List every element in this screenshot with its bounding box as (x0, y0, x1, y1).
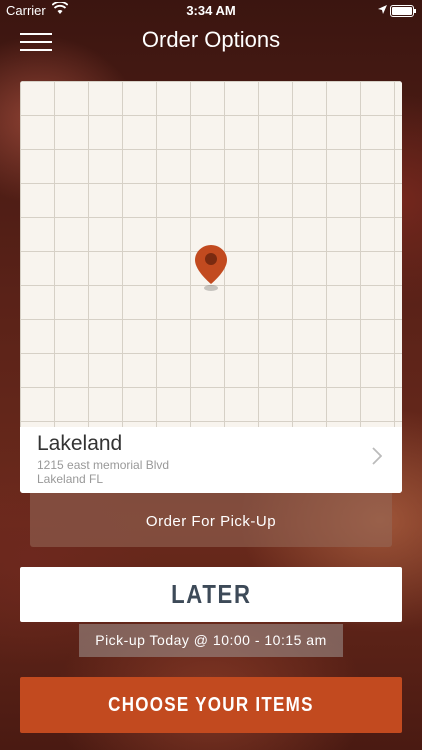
pickup-time-label: Pick-up Today @ 10:00 - 10:15 am (79, 624, 343, 657)
store-name: Lakeland (37, 432, 123, 455)
navigation-bar: Order Options (0, 22, 422, 62)
store-address-line1: 1215 east memorial Blvd (37, 458, 170, 472)
later-button[interactable]: LATER (20, 567, 402, 622)
store-map-card: Lakeland 1215 east memorial Blvd Lakelan… (20, 81, 402, 493)
location-arrow-icon (377, 3, 388, 18)
choose-your-items-label: CHOOSE YOUR ITEMS (108, 694, 314, 716)
choose-your-items-button[interactable]: CHOOSE YOUR ITEMS (20, 677, 402, 733)
later-button-label: LATER (170, 579, 252, 609)
status-time: 3:34 AM (186, 3, 236, 18)
store-address-line2: Lakeland FL (37, 472, 104, 486)
page-title: Order Options (141, 27, 281, 52)
map-pin-icon[interactable] (194, 244, 228, 292)
battery-icon (390, 5, 416, 17)
store-map[interactable] (20, 81, 402, 427)
selected-store-row[interactable]: Lakeland 1215 east memorial Blvd Lakelan… (20, 427, 402, 493)
chevron-right-icon (372, 447, 382, 465)
order-for-pickup-button[interactable]: Order For Pick-Up (30, 493, 392, 547)
status-bar: Carrier 3:34 AM (0, 0, 422, 22)
